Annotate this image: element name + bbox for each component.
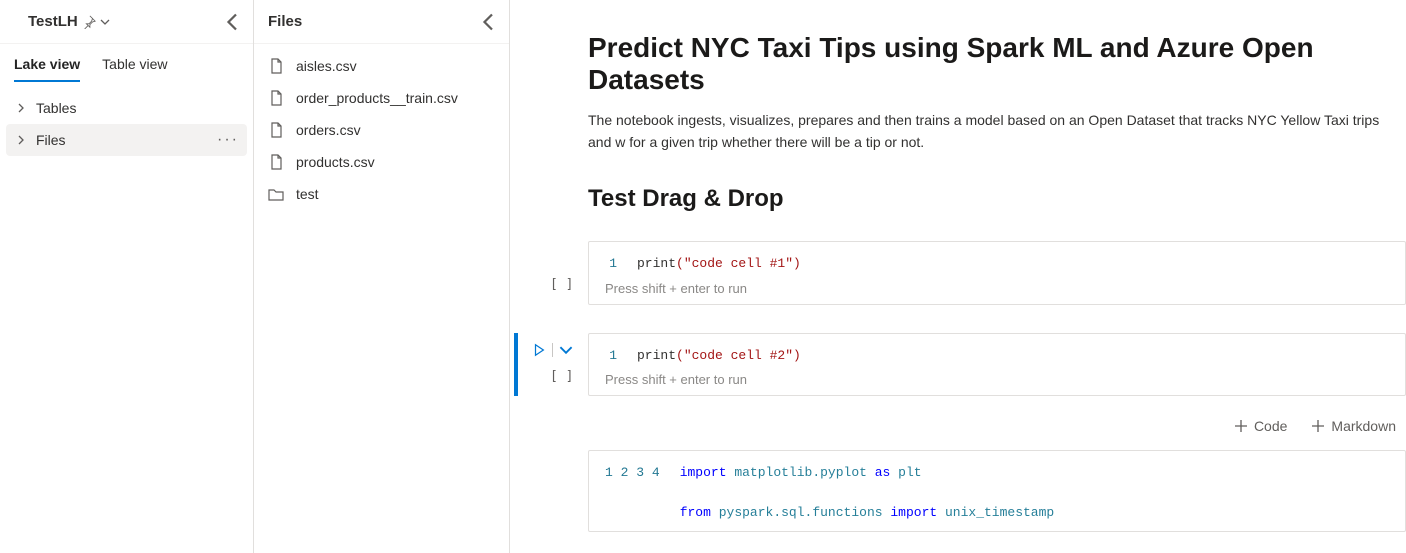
chevron-down-icon [559, 343, 573, 357]
tree-label-files: Files [36, 132, 209, 148]
active-cell-indicator [514, 333, 518, 396]
notebook-area: Predict NYC Taxi Tips using Spark ML and… [510, 0, 1406, 553]
plus-icon [1234, 419, 1248, 433]
file-name: test [296, 186, 319, 202]
files-header: Files [254, 0, 509, 44]
more-icon[interactable]: ··· [217, 131, 239, 149]
execution-count: [ ] [550, 369, 573, 384]
chevron-right-icon [14, 135, 28, 145]
code-line: print("code cell #1") [637, 254, 801, 274]
file-item[interactable]: products.csv [258, 146, 505, 178]
file-item[interactable]: orders.csv [258, 114, 505, 146]
run-hint: Press shift + enter to run [605, 372, 1389, 387]
file-name: products.csv [296, 154, 375, 170]
file-item[interactable]: order_products__train.csv [258, 82, 505, 114]
explorer-tree: Tables ··· Files ··· [0, 82, 253, 166]
lakehouse-explorer-panel: TestLH Lake view Table view Tables ··· [0, 0, 254, 553]
code-cell-2[interactable]: [ ] 1 print("code cell #2") Press shift … [588, 333, 1406, 396]
run-cell-button[interactable] [532, 343, 573, 357]
add-markdown-label: Markdown [1331, 418, 1396, 434]
run-hint: Press shift + enter to run [605, 281, 1389, 296]
tab-table-view[interactable]: Table view [102, 54, 167, 82]
workspace-name: TestLH [28, 13, 78, 30]
tab-lake-view[interactable]: Lake view [14, 54, 80, 82]
code-block: import matplotlib.pyplot as plt from pys… [680, 463, 1055, 523]
notebook-section-heading: Test Drag & Drop [588, 185, 1406, 213]
explorer-tabs: Lake view Table view [0, 44, 253, 82]
code-cell-1[interactable]: [ ] 1 print("code cell #1") Press shift … [588, 241, 1406, 304]
tree-item-files[interactable]: Files ··· [6, 124, 247, 156]
code-cell-editor[interactable]: 1 2 3 4 import matplotlib.pyplot as plt … [588, 450, 1406, 532]
file-name: aisles.csv [296, 58, 357, 74]
chevron-down-icon [100, 17, 110, 27]
add-code-label: Code [1254, 418, 1287, 434]
line-gutter: 1 2 3 4 [605, 463, 660, 483]
add-markdown-cell-button[interactable]: Markdown [1311, 418, 1396, 434]
file-icon [268, 154, 284, 170]
file-icon [268, 58, 284, 74]
workspace-header[interactable]: TestLH [0, 0, 253, 44]
code-line: print("code cell #2") [637, 346, 801, 366]
insert-cell-bar: Code Markdown [588, 418, 1396, 434]
add-code-cell-button[interactable]: Code [1234, 418, 1287, 434]
tree-item-tables[interactable]: Tables ··· [6, 92, 247, 124]
folder-icon [268, 186, 284, 202]
code-cell-editor[interactable]: 1 print("code cell #1") Press shift + en… [588, 241, 1406, 304]
pin-icon [82, 15, 96, 29]
line-number: 1 [605, 254, 617, 274]
code-cell-3[interactable]: 1 2 3 4 import matplotlib.pyplot as plt … [588, 450, 1406, 532]
plus-icon [1311, 419, 1325, 433]
file-icon [268, 122, 284, 138]
files-panel: Files aisles.csv order_products__train.cs… [254, 0, 510, 553]
notebook-description: The notebook ingests, visualizes, prepar… [588, 110, 1406, 153]
execution-count: [ ] [550, 277, 573, 292]
file-item[interactable]: aisles.csv [258, 50, 505, 82]
file-list: aisles.csv order_products__train.csvorder… [254, 44, 509, 216]
line-number: 1 [605, 346, 617, 366]
collapse-left-panel-button[interactable] [221, 10, 245, 34]
chevron-right-icon [14, 103, 28, 113]
code-cell-editor[interactable]: 1 print("code cell #2") Press shift + en… [588, 333, 1406, 396]
notebook-title: Predict NYC Taxi Tips using Spark ML and… [588, 32, 1406, 96]
folder-item[interactable]: test [258, 178, 505, 210]
file-name: orders.csv [296, 122, 361, 138]
collapse-files-panel-button[interactable] [477, 10, 501, 34]
file-name: order_products__train.csv [296, 90, 458, 106]
tree-label-tables: Tables [36, 100, 209, 116]
file-icon [268, 90, 284, 106]
